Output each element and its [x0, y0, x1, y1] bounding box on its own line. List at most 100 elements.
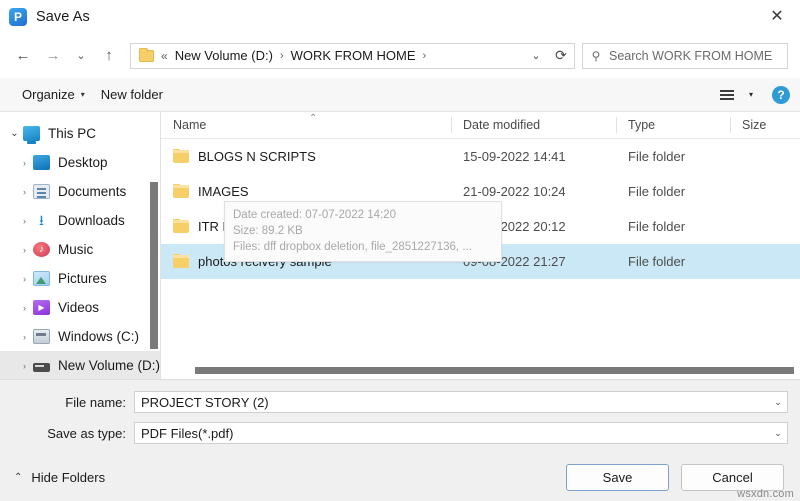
tree-item-this-pc[interactable]: ⌄ This PC: [0, 119, 160, 148]
tree-item-label: Documents: [58, 184, 127, 199]
new-folder-label: New folder: [100, 87, 163, 102]
list-view-icon[interactable]: [714, 84, 740, 106]
column-header-label: Date modified: [463, 118, 541, 132]
chevron-right-icon[interactable]: ›: [16, 245, 33, 255]
tree-item-music[interactable]: › Music: [0, 235, 160, 264]
tree-item-downloads[interactable]: › Downloads: [0, 206, 160, 235]
navigation-bar: ← → ⌄ ↑ « New Volume (D:) › WORK FROM HO…: [0, 33, 800, 78]
chevron-right-icon[interactable]: ›: [16, 274, 33, 284]
tree-item-documents[interactable]: › Documents: [0, 177, 160, 206]
folder-icon: [139, 47, 154, 62]
tree-item-new-volume-d[interactable]: › New Volume (D:): [0, 351, 160, 379]
column-header-date-modified[interactable]: Date modified: [451, 112, 616, 138]
breadcrumb-item-folder[interactable]: WORK FROM HOME: [290, 47, 417, 64]
chevron-right-icon[interactable]: ›: [16, 158, 33, 168]
organize-button[interactable]: Organize ▾: [14, 83, 93, 106]
column-header-label: Name: [173, 118, 207, 132]
folder-tooltip: Date created: 07-07-2022 14:20 Size: 89.…: [224, 201, 502, 262]
chevron-down-icon[interactable]: ⌄: [524, 44, 548, 68]
chevron-right-icon[interactable]: ›: [16, 361, 33, 371]
chevron-down-icon[interactable]: ⌄: [769, 428, 787, 439]
tree-item-label: Videos: [58, 300, 100, 315]
drive-c-icon: [33, 329, 50, 344]
breadcrumb-overflow-icon[interactable]: «: [161, 49, 174, 63]
refresh-icon[interactable]: ⟳: [548, 44, 574, 68]
chevron-right-icon[interactable]: ›: [16, 216, 33, 226]
hide-folders-button[interactable]: ⌃ Hide Folders: [14, 470, 105, 485]
navigation-tree: ⌄ This PC › Desktop › Documents › Downlo…: [0, 112, 160, 379]
table-row[interactable]: BLOGS N SCRIPTS 15-09-2022 14:41 File fo…: [161, 139, 800, 174]
search-input[interactable]: Search WORK FROM HOME: [609, 49, 772, 63]
music-icon: [33, 242, 50, 257]
cancel-button[interactable]: Cancel: [681, 464, 784, 491]
forward-button[interactable]: →: [38, 41, 68, 71]
file-name-input[interactable]: PROJECT STORY (2) ⌄: [134, 391, 788, 413]
tree-item-videos[interactable]: › Videos: [0, 293, 160, 322]
documents-icon: [33, 184, 50, 199]
chevron-down-icon: ▾: [80, 90, 85, 99]
back-button[interactable]: ←: [8, 41, 38, 71]
file-name-value: PROJECT STORY (2): [141, 394, 269, 410]
close-icon[interactable]: ✕: [754, 0, 800, 33]
drive-d-icon: [33, 362, 50, 372]
tree-item-label: Music: [58, 242, 94, 257]
save-as-type-select[interactable]: PDF Files(*.pdf) ⌄: [134, 422, 788, 444]
videos-icon: [33, 300, 50, 315]
tree-item-label: Pictures: [58, 271, 107, 286]
watermark: wsxdn.com: [737, 488, 794, 500]
chevron-up-icon: ⌃: [14, 472, 23, 483]
chevron-right-icon[interactable]: ›: [16, 332, 33, 342]
chevron-right-icon[interactable]: ›: [16, 187, 33, 197]
sort-ascending-icon: ⌃: [309, 113, 318, 124]
column-header-size[interactable]: Size: [730, 112, 800, 138]
chevron-down-icon[interactable]: ⌄: [769, 397, 787, 408]
pdf-app-icon: P: [9, 7, 27, 26]
address-bar[interactable]: « New Volume (D:) › WORK FROM HOME › ⌄ ⟳: [130, 42, 575, 69]
file-name-label: File name:: [65, 394, 126, 410]
chevron-down-icon[interactable]: ▾: [742, 84, 760, 106]
file-list-horizontal-scrollbar[interactable]: [161, 362, 800, 379]
save-as-dialog: P Save As ✕ ← → ⌄ ↑ « New Volume (D:) › …: [0, 0, 800, 501]
folder-icon: [173, 149, 189, 163]
save-as-type-row: Save as type: PDF Files(*.pdf) ⌄: [12, 422, 788, 444]
save-button[interactable]: Save: [566, 464, 669, 491]
tree-item-windows-c[interactable]: › Windows (C:): [0, 322, 160, 351]
file-list: Name ⌃ Date modified Type Size BLOGS N S…: [161, 112, 800, 379]
folder-icon: [173, 254, 189, 268]
search-box[interactable]: ⚲ Search WORK FROM HOME: [582, 42, 788, 69]
pictures-icon: [33, 271, 50, 286]
column-header-label: Size: [742, 118, 767, 132]
help-icon[interactable]: ?: [772, 85, 790, 104]
scrollbar-thumb[interactable]: [195, 367, 794, 374]
file-name-row: File name: PROJECT STORY (2) ⌄: [12, 391, 788, 413]
save-form: File name: PROJECT STORY (2) ⌄ Save as t…: [0, 379, 800, 454]
chevron-down-icon[interactable]: ⌄: [6, 128, 23, 139]
up-button[interactable]: ↑: [94, 41, 124, 71]
tooltip-date-created: Date created: 07-07-2022 14:20: [233, 209, 397, 221]
chevron-right-icon[interactable]: ›: [274, 50, 290, 62]
tree-item-label: Desktop: [58, 155, 108, 170]
new-folder-button[interactable]: New folder: [93, 83, 171, 106]
chevron-right-icon[interactable]: ›: [417, 50, 433, 62]
row-date-cell: 15-09-2022 14:41: [463, 149, 566, 164]
downloads-icon: [33, 213, 50, 228]
row-type-cell: File folder: [628, 149, 686, 164]
tree-item-desktop[interactable]: › Desktop: [0, 148, 160, 177]
tree-item-pictures[interactable]: › Pictures: [0, 264, 160, 293]
tree-item-label: This PC: [48, 126, 97, 141]
recent-locations-button[interactable]: ⌄: [68, 41, 94, 71]
chevron-right-icon[interactable]: ›: [16, 303, 33, 313]
hide-folders-label: Hide Folders: [31, 470, 106, 485]
search-icon: ⚲: [591, 48, 601, 63]
organize-label: Organize: [22, 87, 75, 102]
column-header-name[interactable]: Name ⌃: [161, 112, 451, 138]
save-as-type-value: PDF Files(*.pdf): [141, 425, 234, 441]
tree-vertical-scrollbar[interactable]: [150, 182, 158, 349]
row-name-cell: IMAGES: [161, 184, 451, 199]
folder-icon: [173, 219, 189, 233]
column-header-label: Type: [628, 118, 656, 132]
file-name-label: IMAGES: [198, 184, 249, 199]
breadcrumb-item-drive[interactable]: New Volume (D:): [174, 47, 274, 64]
column-header-type[interactable]: Type: [616, 112, 730, 138]
window-title: Save As: [36, 8, 90, 25]
